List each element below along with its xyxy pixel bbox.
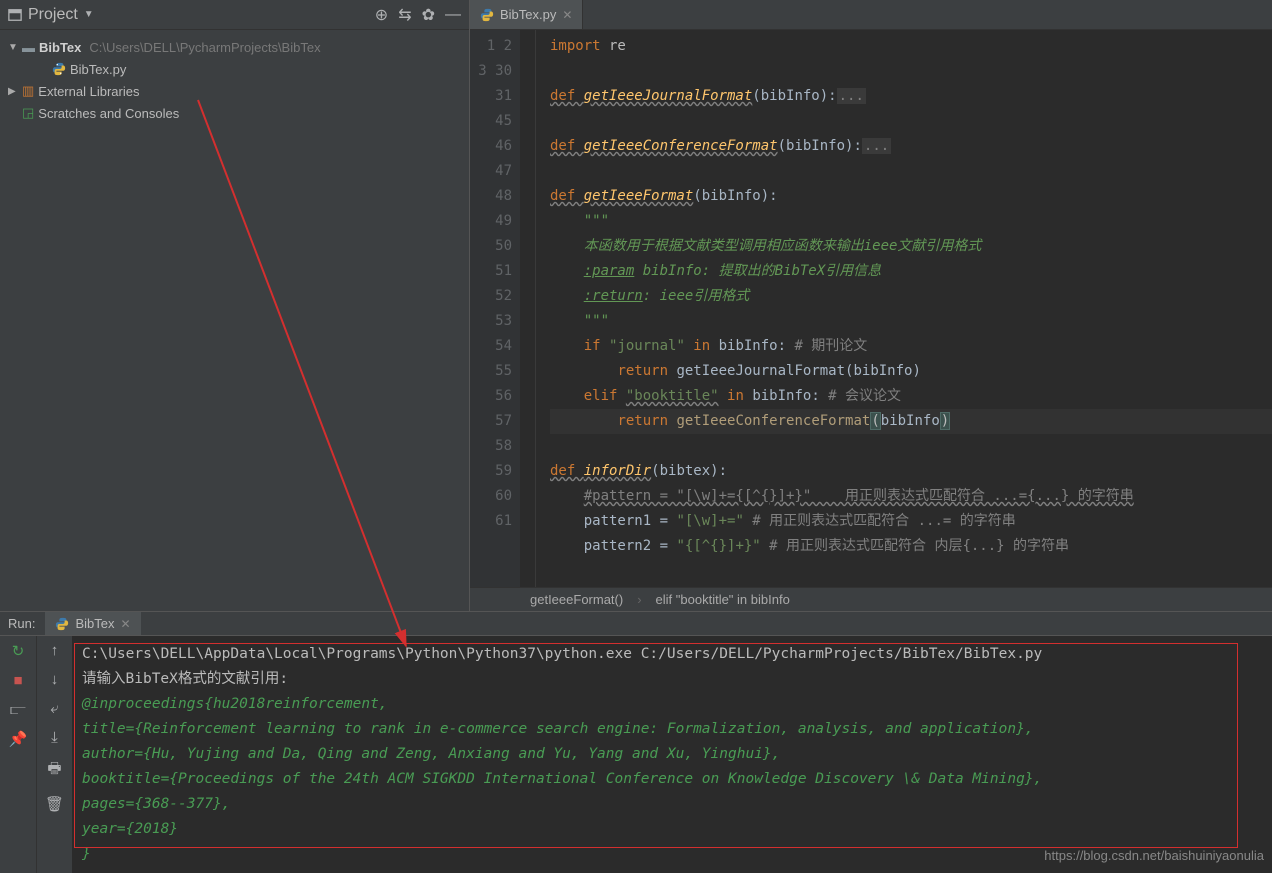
stop-icon[interactable]: ■ (13, 672, 22, 689)
scroll-icon[interactable]: ⤓ (51, 729, 58, 746)
external-libraries[interactable]: ▶ ▥ External Libraries (0, 80, 469, 102)
watermark: https://blog.csdn.net/baishuiniyaonulia (1044, 848, 1264, 863)
fold-column[interactable] (520, 30, 536, 587)
python-file-icon (52, 62, 66, 76)
project-root[interactable]: ▼ ▬ BibTex C:\Users\DELL\PycharmProjects… (0, 36, 469, 58)
project-panel-title[interactable]: Project (28, 6, 78, 24)
chevron-right-icon[interactable]: ▶ (8, 86, 18, 97)
rerun-icon[interactable]: ↻ (12, 642, 25, 660)
close-icon[interactable]: ✕ (121, 617, 131, 631)
breadcrumb-separator: › (637, 592, 641, 607)
console-input: year={2018} (82, 817, 1262, 842)
folder-icon: ▬ (22, 40, 35, 55)
console-input: booktitle={Proceedings of the 24th ACM S… (82, 767, 1262, 792)
project-view-icon (8, 8, 22, 22)
trash-icon[interactable]: 🗑 (45, 795, 64, 813)
close-icon[interactable]: ✕ (562, 8, 572, 22)
code-content[interactable]: import re def getIeeeJournalFormat(bibIn… (536, 30, 1272, 587)
python-file-icon (55, 617, 69, 631)
console-input: author={Hu, Yujing and Da, Qing and Zeng… (82, 742, 1262, 767)
tree-file-bibtex[interactable]: BibTex.py (0, 58, 469, 80)
pin-icon[interactable]: 📌 (9, 730, 28, 748)
editor-area: BibTex.py ✕ 1 2 3 30 31 45 46 47 48 49 5… (470, 0, 1272, 611)
console-input: @inproceedings{hu2018reinforcement, (82, 692, 1262, 717)
run-header: Run: BibTex ✕ (0, 612, 1272, 636)
scratches[interactable]: ◲ Scratches and Consoles (0, 102, 469, 124)
down-icon[interactable]: ↓ (51, 671, 59, 688)
project-tree: ▼ ▬ BibTex C:\Users\DELL\PycharmProjects… (0, 30, 469, 130)
console-prompt: 请输入BibTeX格式的文献引用: (82, 667, 1262, 692)
wrap-icon[interactable]: ⤶ (50, 700, 58, 717)
code-editor[interactable]: 1 2 3 30 31 45 46 47 48 49 50 51 52 53 5… (470, 30, 1272, 587)
editor-tab-bar: BibTex.py ✕ (470, 0, 1272, 30)
hide-icon[interactable]: — (445, 6, 461, 24)
chevron-down-icon[interactable]: ▼ (8, 42, 18, 53)
run-tab[interactable]: BibTex ✕ (45, 612, 140, 635)
breadcrumb-bar: getIeeeFormat() › elif "booktitle" in bi… (470, 587, 1272, 611)
up-icon[interactable]: ↑ (51, 642, 59, 659)
project-tool-window: Project ▼ ⊕ ⇆ ✿ — ▼ ▬ BibTex C:\Users\DE… (0, 0, 470, 611)
breadcrumb-item[interactable]: elif "booktitle" in bibInfo (656, 592, 790, 607)
tab-label: BibTex.py (500, 7, 556, 22)
print-icon[interactable]: 🖶 (47, 758, 61, 783)
line-gutter: 1 2 3 30 31 45 46 47 48 49 50 51 52 53 5… (470, 30, 520, 587)
project-panel-header: Project ▼ ⊕ ⇆ ✿ — (0, 0, 469, 30)
run-tool-window: Run: BibTex ✕ ↻ ■ ⫍ 📌 ↑ ↓ ⤶ ⤓ 🖶 🗑 C:\Use… (0, 612, 1272, 873)
console-input: title={Reinforcement learning to rank in… (82, 717, 1262, 742)
run-toolbar-right: ↑ ↓ ⤶ ⤓ 🖶 🗑 (36, 636, 72, 873)
console-input: pages={368--377}, (82, 792, 1262, 817)
run-label: Run: (8, 616, 35, 631)
dropdown-icon[interactable]: ▼ (84, 9, 94, 20)
console-output[interactable]: C:\Users\DELL\AppData\Local\Programs\Pyt… (72, 636, 1272, 873)
locate-icon[interactable]: ⊕ (375, 5, 388, 25)
gear-icon[interactable]: ✿ (422, 5, 435, 25)
expand-icon[interactable]: ⇆ (398, 5, 411, 25)
layout-icon[interactable]: ⫍ (10, 701, 26, 718)
editor-tab-bibtex[interactable]: BibTex.py ✕ (470, 0, 583, 29)
scratch-icon: ◲ (22, 105, 34, 121)
python-file-icon (480, 8, 494, 22)
console-command: C:\Users\DELL\AppData\Local\Programs\Pyt… (82, 642, 1262, 667)
library-icon: ▥ (22, 83, 34, 99)
run-toolbar-left: ↻ ■ ⫍ 📌 (0, 636, 36, 873)
breadcrumb-item[interactable]: getIeeeFormat() (530, 592, 623, 607)
